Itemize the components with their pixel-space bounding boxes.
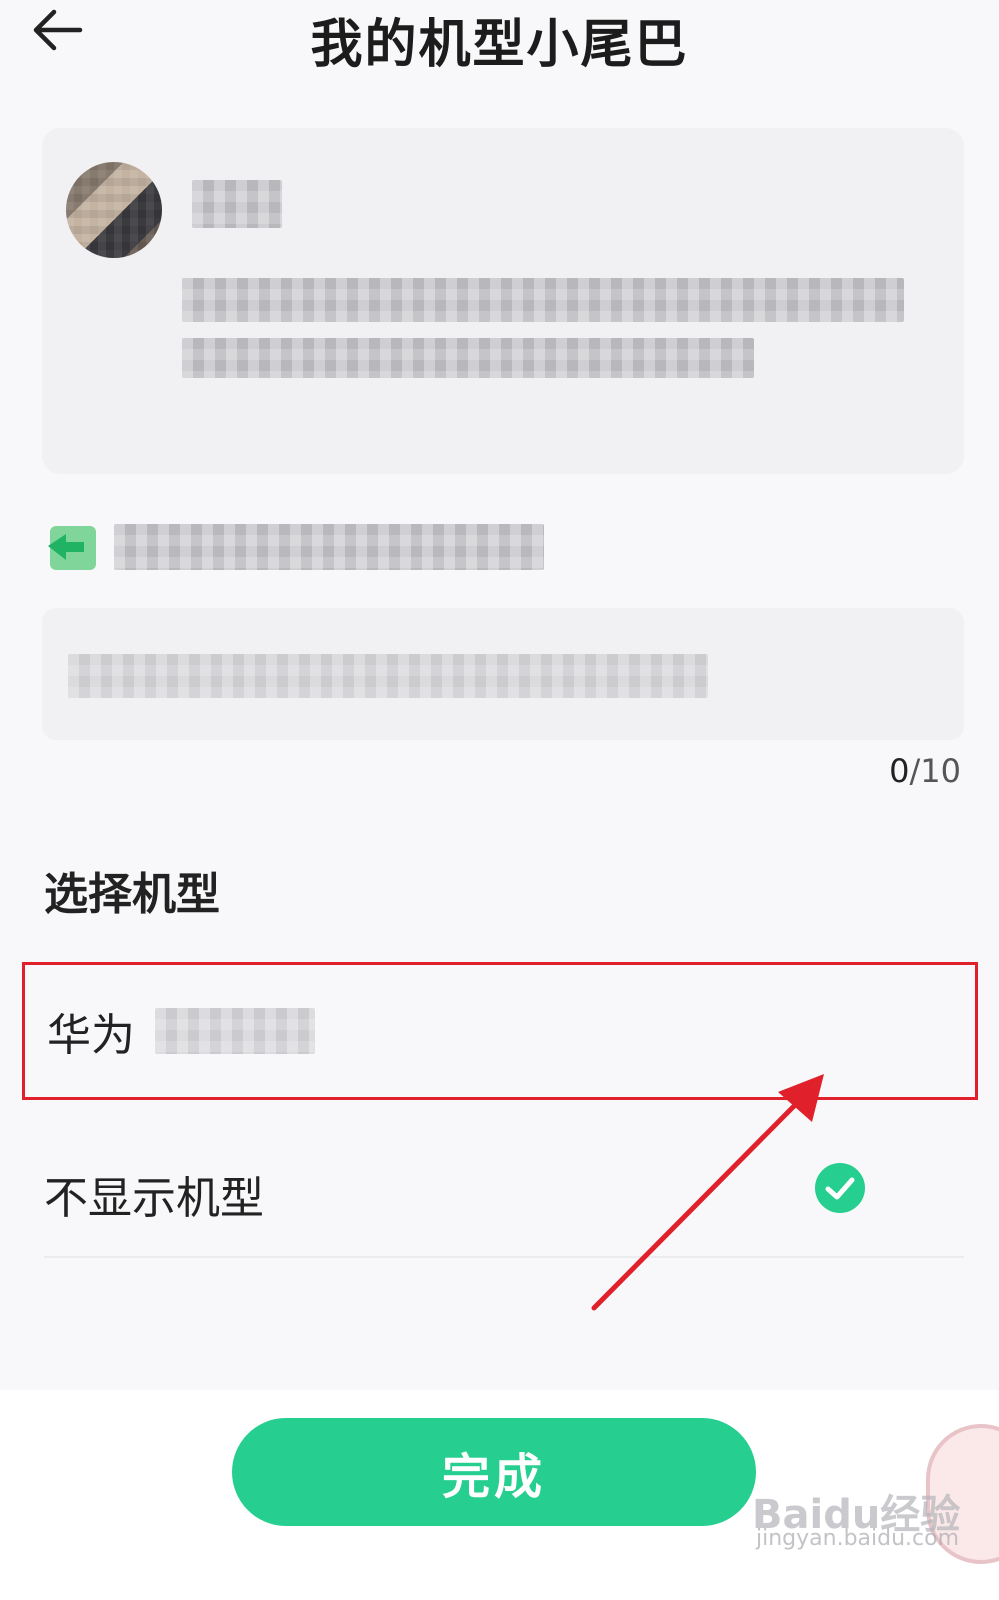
model-name-blurred	[155, 1008, 315, 1054]
preview-text-blurred-line2	[182, 338, 754, 378]
section-title-select-model: 选择机型	[44, 869, 220, 920]
avatar	[66, 162, 162, 258]
username-blurred	[192, 180, 282, 228]
page-title: 我的机型小尾巴	[310, 15, 689, 75]
counter-current: 0	[889, 752, 910, 790]
input-placeholder-blurred	[68, 654, 708, 698]
tail-preview-card	[42, 128, 964, 474]
done-button[interactable]: 完成	[232, 1418, 756, 1526]
model-option-huawei[interactable]: 华为	[22, 962, 978, 1100]
page: 我的机型小尾巴 0/10 选择机型 华为 不显示机型 完成 Baidu经验 ji…	[0, 0, 999, 1600]
custom-tail-input[interactable]	[42, 608, 964, 740]
char-counter: 0/10	[889, 752, 961, 790]
model-option-hide[interactable]: 不显示机型	[22, 1132, 978, 1256]
model-option-label: 华为	[47, 1010, 135, 1061]
preview-text-blurred-line1	[182, 278, 904, 322]
watermark-url: jingyan.baidu.com	[756, 1526, 960, 1551]
tail-icon	[48, 526, 96, 570]
counter-max: /10	[909, 752, 962, 790]
model-option-label: 不显示机型	[44, 1173, 264, 1224]
tail-label-blurred	[114, 524, 544, 570]
check-circle-icon	[815, 1163, 865, 1213]
divider	[44, 1256, 964, 1258]
